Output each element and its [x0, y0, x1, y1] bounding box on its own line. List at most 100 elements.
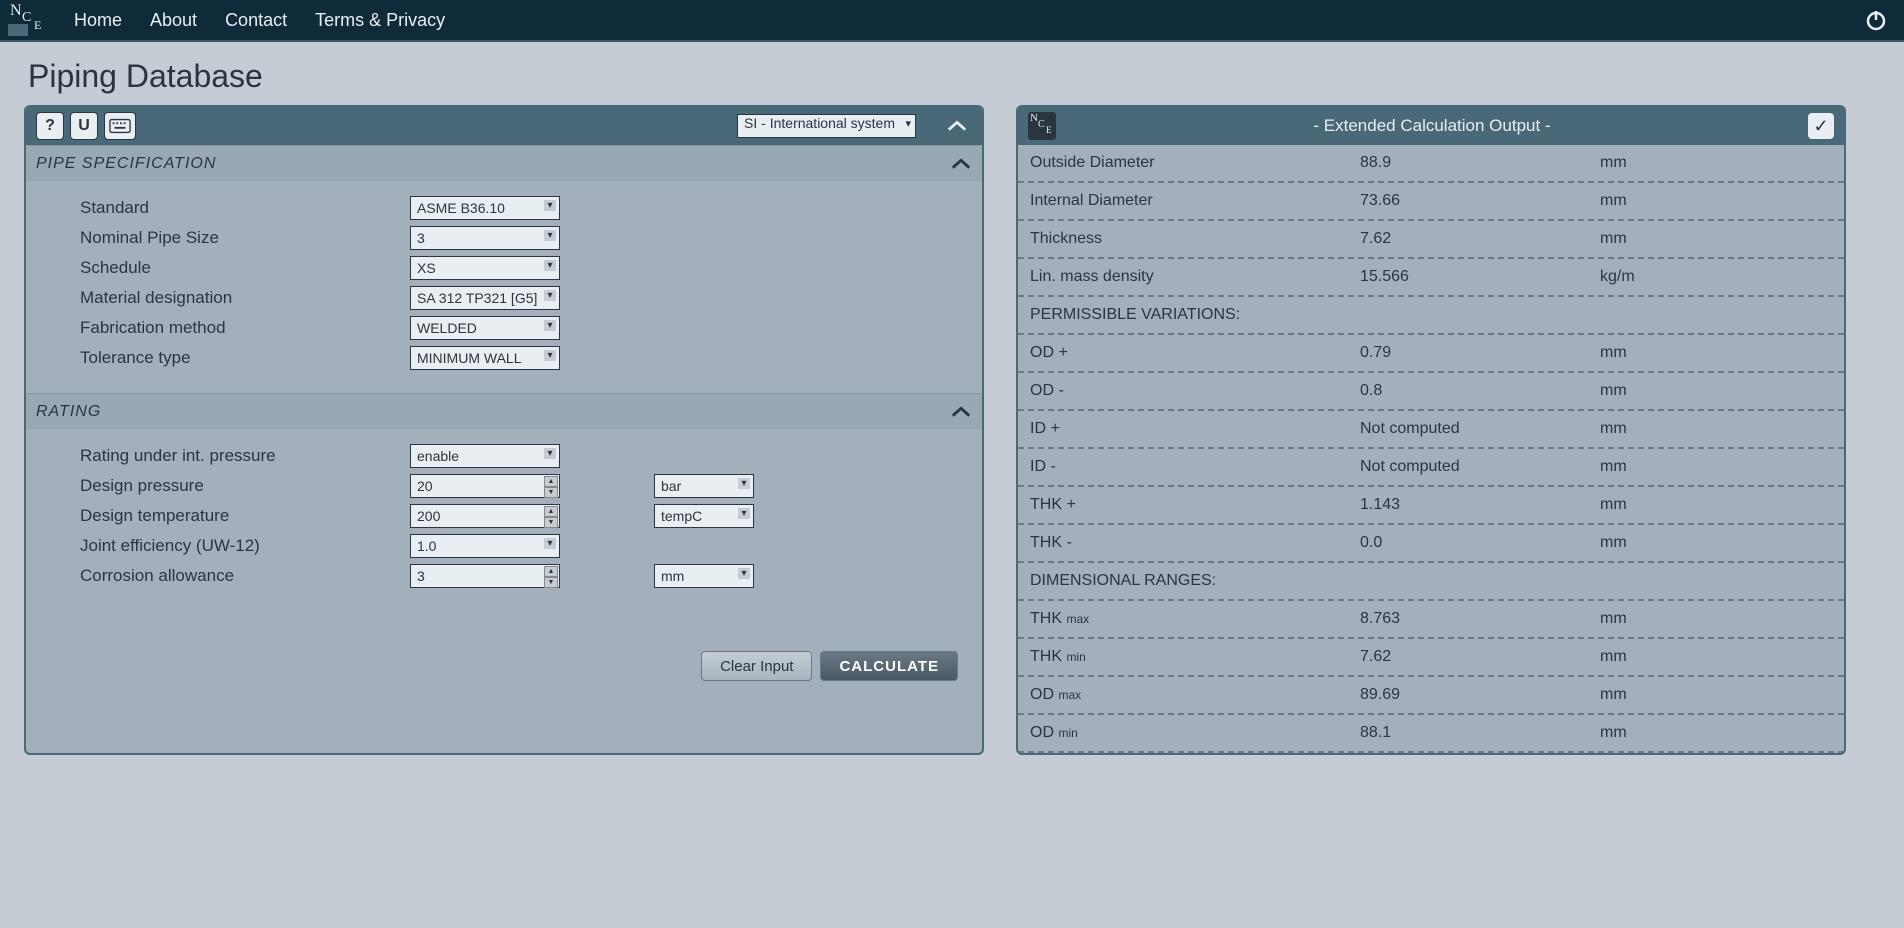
fab-label: Fabrication method [80, 318, 410, 338]
output-table: Outside Diameter88.9mmInternal Diameter7… [1018, 145, 1844, 753]
page-title: Piping Database [0, 42, 1904, 105]
rating-header[interactable]: RATING [26, 393, 982, 429]
output-heading: DIMENSIONAL RANGES: [1018, 563, 1844, 601]
output-label: OD max [1030, 686, 1360, 704]
output-row: Internal Diameter73.66mm [1018, 183, 1844, 221]
pipe-spec-title: PIPE SPECIFICATION [36, 155, 216, 173]
output-label: Outside Diameter [1030, 154, 1360, 172]
keyboard-button[interactable] [104, 112, 136, 140]
standard-label: Standard [80, 198, 410, 218]
output-value: 0.8 [1360, 382, 1600, 400]
design-p-input[interactable]: 20▲▼ [410, 474, 560, 498]
output-unit: mm [1600, 686, 1627, 704]
output-label: ID - [1030, 458, 1360, 476]
output-label: THK - [1030, 534, 1360, 552]
output-row: Lin. mass density15.566kg/m [1018, 259, 1844, 297]
chevron-up-icon [950, 157, 972, 171]
nps-select[interactable]: 3 [410, 226, 560, 250]
step-down-icon[interactable]: ▼ [544, 577, 558, 588]
corr-unit-select[interactable]: mm [654, 564, 754, 588]
joint-eff-select[interactable]: 1.0 [410, 534, 560, 558]
output-label: THK min [1030, 648, 1360, 666]
unit-system-select[interactable]: SI - International system [737, 114, 916, 138]
output-value: 7.62 [1360, 648, 1600, 666]
app-logo[interactable]: NCE [8, 0, 48, 40]
output-row: THK +1.143mm [1018, 487, 1844, 525]
output-value: Not computed [1360, 420, 1600, 438]
output-panel-header: NCE - Extended Calculation Output - ✓ [1018, 107, 1844, 145]
output-unit: mm [1600, 610, 1627, 628]
tol-select[interactable]: MINIMUM WALL [410, 346, 560, 370]
output-heading-label: PERMISSIBLE VARIATIONS: [1030, 306, 1360, 324]
input-panel-header: ? U SI - International system [26, 107, 982, 145]
output-row: OD min88.1mm [1018, 715, 1844, 753]
units-button[interactable]: U [70, 112, 98, 140]
nps-label: Nominal Pipe Size [80, 228, 410, 248]
output-unit: mm [1600, 344, 1627, 362]
design-t-unit-select[interactable]: tempC [654, 504, 754, 528]
output-value: 7.62 [1360, 230, 1600, 248]
tol-label: Tolerance type [80, 348, 410, 368]
output-unit: mm [1600, 458, 1627, 476]
output-unit: mm [1600, 230, 1627, 248]
clear-input-button[interactable]: Clear Input [701, 651, 812, 681]
design-t-input[interactable]: 200▲▼ [410, 504, 560, 528]
output-label: Lin. mass density [1030, 268, 1360, 286]
chevron-up-icon [950, 405, 972, 419]
standard-select[interactable]: ASME B36.10 [410, 196, 560, 220]
step-up-icon[interactable]: ▲ [544, 506, 558, 517]
step-up-icon[interactable]: ▲ [544, 476, 558, 487]
collapse-panel-icon[interactable] [942, 114, 972, 138]
output-label: OD min [1030, 724, 1360, 742]
output-value: Not computed [1360, 458, 1600, 476]
rating-body: Rating under int. pressure enable Design… [26, 429, 982, 611]
action-buttons: Clear Input CALCULATE [26, 611, 982, 701]
output-label: THK + [1030, 496, 1360, 514]
output-value: 0.0 [1360, 534, 1600, 552]
output-value: 1.143 [1360, 496, 1600, 514]
nav-about[interactable]: About [136, 10, 211, 31]
output-label: Thickness [1030, 230, 1360, 248]
schedule-select[interactable]: XS [410, 256, 560, 280]
joint-eff-label: Joint efficiency (UW-12) [80, 536, 410, 556]
output-row: ID -Not computedmm [1018, 449, 1844, 487]
calculate-button[interactable]: CALCULATE [820, 651, 958, 681]
output-unit: mm [1600, 420, 1627, 438]
output-title: - Extended Calculation Output - [1056, 116, 1808, 136]
design-p-label: Design pressure [80, 476, 410, 496]
output-unit: mm [1600, 154, 1627, 172]
material-select[interactable]: SA 312 TP321 [G5] [410, 286, 560, 310]
output-row: Outside Diameter88.9mm [1018, 145, 1844, 183]
rating-title: RATING [36, 403, 101, 421]
help-button[interactable]: ? [36, 112, 64, 140]
design-t-label: Design temperature [80, 506, 410, 526]
output-label: ID + [1030, 420, 1360, 438]
output-row: OD +0.79mm [1018, 335, 1844, 373]
fab-select[interactable]: WELDED [410, 316, 560, 340]
design-p-unit-select[interactable]: bar [654, 474, 754, 498]
pipe-spec-header[interactable]: PIPE SPECIFICATION [26, 145, 982, 181]
output-heading-label: DIMENSIONAL RANGES: [1030, 572, 1360, 590]
pipe-spec-body: Standard ASME B36.10 Nominal Pipe Size 3… [26, 181, 982, 393]
nav-home[interactable]: Home [60, 10, 136, 31]
rating-enable-label: Rating under int. pressure [80, 446, 410, 466]
output-row: ID +Not computedmm [1018, 411, 1844, 449]
output-value: 8.763 [1360, 610, 1600, 628]
output-heading: PERMISSIBLE VARIATIONS: [1018, 297, 1844, 335]
output-value: 88.9 [1360, 154, 1600, 172]
output-value: 73.66 [1360, 192, 1600, 210]
output-value: 88.1 [1360, 724, 1600, 742]
power-icon[interactable] [1864, 8, 1888, 32]
corr-input[interactable]: 3▲▼ [410, 564, 560, 588]
step-down-icon[interactable]: ▼ [544, 517, 558, 528]
output-unit: mm [1600, 382, 1627, 400]
rating-enable-select[interactable]: enable [410, 444, 560, 468]
output-label: Internal Diameter [1030, 192, 1360, 210]
step-down-icon[interactable]: ▼ [544, 487, 558, 498]
nav-terms[interactable]: Terms & Privacy [301, 10, 459, 31]
nav-contact[interactable]: Contact [211, 10, 301, 31]
output-panel: NCE - Extended Calculation Output - ✓ Ou… [1016, 105, 1846, 755]
check-button[interactable]: ✓ [1808, 113, 1834, 139]
output-unit: mm [1600, 496, 1627, 514]
step-up-icon[interactable]: ▲ [544, 566, 558, 577]
